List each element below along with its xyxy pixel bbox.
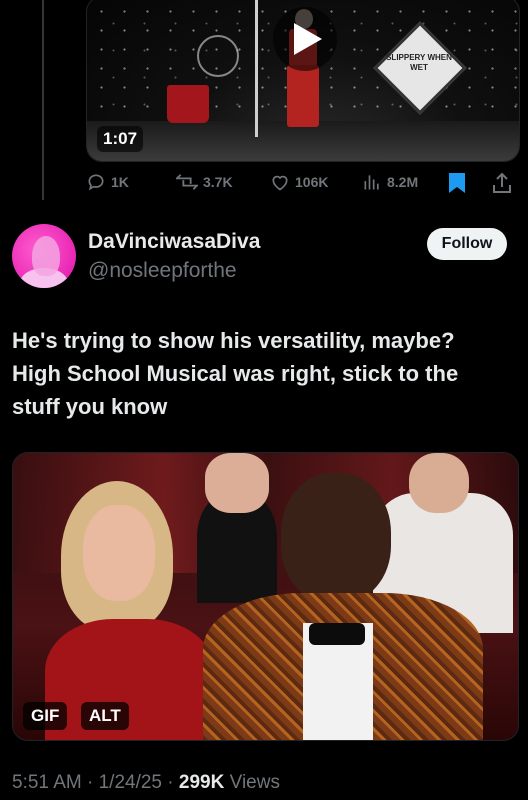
tweet-meta: 5:51 AM · 1/24/25 · 299K Views xyxy=(12,772,280,794)
video-pole xyxy=(255,0,258,137)
man-in-tuxedo xyxy=(203,473,483,740)
like-icon xyxy=(272,175,288,191)
video-sign-text: SLIPPERY WHEN WET xyxy=(386,53,452,72)
tweet-date[interactable]: 1/24/25 xyxy=(99,772,162,793)
follow-button[interactable]: Follow xyxy=(427,228,507,260)
meta-separator: · xyxy=(87,772,94,793)
tweet-text: He's trying to show his versatility, may… xyxy=(12,324,522,423)
reply-count: 1K xyxy=(111,174,129,190)
repost-icon xyxy=(176,174,198,190)
gif-badge: GIF xyxy=(23,702,68,730)
tweet-text-line: stuff you know xyxy=(12,394,168,419)
bookmark-button[interactable] xyxy=(448,172,466,194)
thread-connector-line xyxy=(42,0,44,200)
video-duration: 1:07 xyxy=(97,126,144,152)
reply-icon xyxy=(88,174,104,191)
tweet-time[interactable]: 5:51 AM xyxy=(12,772,82,793)
gif-media[interactable]: GIF ALT xyxy=(12,452,519,741)
play-icon xyxy=(294,23,322,55)
video-bubble xyxy=(197,35,239,77)
views-icon xyxy=(364,175,379,190)
like-button[interactable]: 106K xyxy=(270,172,328,192)
display-name[interactable]: DaVinciwasaDiva xyxy=(88,230,260,254)
repost-count: 3.7K xyxy=(203,174,233,190)
share-icon xyxy=(493,172,511,193)
user-handle[interactable]: @nosleepforthe xyxy=(88,259,237,283)
woman-in-red xyxy=(45,481,215,740)
tweet-views-label: Views xyxy=(229,772,280,793)
tweet-text-line: High School Musical was right, stick to … xyxy=(12,361,459,386)
play-button[interactable] xyxy=(273,7,337,71)
video-player[interactable]: SLIPPERY WHEN WET 1:07 xyxy=(86,0,520,162)
action-bar: 1K 3.7K 106K 8.2M xyxy=(86,172,518,194)
reply-button[interactable]: 1K xyxy=(86,172,129,192)
views-button[interactable]: 8.2M xyxy=(362,172,418,192)
alt-badge[interactable]: ALT xyxy=(81,702,129,730)
tweet-text-line: He's trying to show his versatility, may… xyxy=(12,328,455,353)
like-count: 106K xyxy=(295,174,329,190)
video-bucket xyxy=(167,85,209,123)
tweet-views-count: 299K xyxy=(178,772,225,793)
views-count: 8.2M xyxy=(387,174,419,190)
meta-separator: · xyxy=(167,772,174,793)
bookmark-icon xyxy=(449,173,465,193)
avatar[interactable] xyxy=(12,224,76,288)
video-floor xyxy=(87,121,519,161)
repost-button[interactable]: 3.7K xyxy=(176,172,233,192)
share-button[interactable] xyxy=(492,172,512,194)
